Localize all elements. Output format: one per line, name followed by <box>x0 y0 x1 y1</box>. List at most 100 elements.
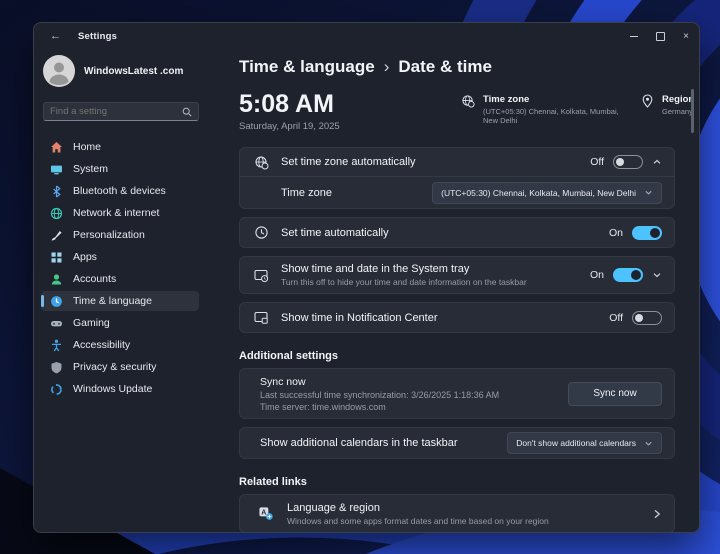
clock-icon <box>254 225 269 240</box>
titlebar: ← Settings × <box>34 23 699 49</box>
row-calendars: Show additional calendars in the taskbar… <box>240 428 674 458</box>
globe-icon <box>50 207 63 220</box>
timezone-value: (UTC+05:30) Chennai, Kolkata, Mumbai, Ne… <box>483 107 631 125</box>
chevron-down-icon <box>644 439 653 448</box>
card-system-tray: Show time and date in the System tray Tu… <box>239 256 675 294</box>
row-label: Set time zone automatically <box>281 156 416 168</box>
sidebar-item-accounts[interactable]: Accounts <box>41 269 199 289</box>
sync-last: Last successful time synchronization: 3/… <box>260 390 499 400</box>
maximize-icon <box>656 32 665 41</box>
sync-now-button[interactable]: Sync now <box>568 382 662 406</box>
row-label: Language & region <box>287 502 549 514</box>
system-icon <box>50 163 63 176</box>
bluetooth-icon <box>50 185 63 198</box>
sidebar-item-time-language[interactable]: Time & language <box>41 291 199 311</box>
region-label: Region <box>662 94 694 105</box>
toggle-knob <box>631 270 641 280</box>
toggle-knob <box>635 314 643 322</box>
row-timezone-select: Time zone (UTC+05:30) Chennai, Kolkata, … <box>240 176 674 208</box>
taskbar-badge-icon <box>254 310 269 325</box>
calendars-dropdown[interactable]: Don't show additional calendars <box>507 432 662 454</box>
row-label: Show time in Notification Center <box>281 312 438 324</box>
clock-icon <box>50 295 63 308</box>
sidebar-item-label: Windows Update <box>73 383 152 395</box>
taskbar-clock-icon <box>254 268 269 283</box>
settings-window: ← Settings × WindowsLatest .com <box>33 22 700 533</box>
row-description: Windows and some apps format dates and t… <box>287 516 549 526</box>
toggle-knob <box>650 228 660 238</box>
sidebar-item-label: System <box>73 163 108 175</box>
sidebar-item-label: Personalization <box>73 229 145 241</box>
row-label: Set time automatically <box>281 227 389 239</box>
region-summary: Region Germany <box>641 94 694 116</box>
sidebar-item-windows-update[interactable]: Windows Update <box>41 379 199 399</box>
sidebar-item-personalization[interactable]: Personalization <box>41 225 199 245</box>
search-box[interactable] <box>43 102 199 121</box>
person-icon <box>50 273 63 286</box>
card-notification-center: Show time in Notification Center Off <box>239 302 675 333</box>
card-language-region[interactable]: A Language & region Windows and some app… <box>239 494 675 533</box>
card-calendars: Show additional calendars in the taskbar… <box>239 427 675 459</box>
sidebar-item-gaming[interactable]: Gaming <box>41 313 199 333</box>
row-label: Time zone <box>281 187 332 199</box>
sidebar-item-home[interactable]: Home <box>41 137 199 157</box>
search-icon <box>182 107 192 117</box>
maximize-button[interactable] <box>647 23 673 49</box>
window-controls: × <box>621 23 699 49</box>
back-button[interactable]: ← <box>50 30 68 42</box>
accessibility-icon <box>50 339 63 352</box>
row-language-region: A Language & region Windows and some app… <box>240 495 674 532</box>
chevron-down-icon[interactable] <box>652 270 662 280</box>
home-icon <box>50 141 63 154</box>
breadcrumb-separator: › <box>384 57 390 77</box>
minimize-icon <box>630 36 638 37</box>
set-timezone-auto-toggle[interactable] <box>613 155 643 169</box>
timezone-dropdown[interactable]: (UTC+05:30) Chennai, Kolkata, Mumbai, Ne… <box>432 182 662 204</box>
svg-text:A: A <box>261 509 266 516</box>
sidebar-item-label: Network & internet <box>73 207 159 219</box>
toggle-state-label: Off <box>590 156 604 168</box>
timezone-dropdown-value: (UTC+05:30) Chennai, Kolkata, Mumbai, Ne… <box>441 188 636 198</box>
sidebar-item-label: Bluetooth & devices <box>73 185 166 197</box>
set-time-auto-toggle[interactable] <box>632 226 662 240</box>
row-label: Show time and date in the System tray <box>281 263 527 275</box>
account-name: WindowsLatest .com <box>84 66 183 77</box>
sidebar-item-network-internet[interactable]: Network & internet <box>41 203 199 223</box>
shield-icon <box>50 361 63 374</box>
sidebar-item-privacy-security[interactable]: Privacy & security <box>41 357 199 377</box>
sidebar-item-apps[interactable]: Apps <box>41 247 199 267</box>
sidebar-item-label: Gaming <box>73 317 110 329</box>
row-set-time-auto: Set time automatically On <box>240 218 674 247</box>
sidebar-item-label: Accounts <box>73 273 116 285</box>
sidebar-item-label: Apps <box>73 251 97 263</box>
page-title: Date & time <box>398 57 492 77</box>
settings-list: Set time zone automatically Off Time zon… <box>239 147 675 533</box>
section-heading-additional-settings: Additional settings <box>239 350 675 362</box>
sidebar-item-label: Time & language <box>73 295 152 307</box>
close-button[interactable]: × <box>673 23 699 49</box>
chevron-up-icon[interactable] <box>652 157 662 167</box>
row-set-timezone-auto: Set time zone automatically Off <box>240 148 674 176</box>
timezone-label: Time zone <box>483 94 631 105</box>
sync-title: Sync now <box>260 376 499 388</box>
sidebar-nav: Home System Bluetooth & devices Network … <box>41 137 206 399</box>
card-sync: Sync now Last successful time synchroniz… <box>239 368 675 419</box>
system-tray-toggle[interactable] <box>613 268 643 282</box>
row-system-tray: Show time and date in the System tray Tu… <box>240 257 674 293</box>
language-icon: A <box>258 506 274 521</box>
breadcrumb-parent[interactable]: Time & language <box>239 57 375 77</box>
timezone-summary: Time zone (UTC+05:30) Chennai, Kolkata, … <box>461 94 631 125</box>
location-pin-icon <box>641 94 654 108</box>
account-section[interactable]: WindowsLatest .com <box>41 54 206 88</box>
breadcrumb: Time & language › Date & time <box>239 57 675 77</box>
scrollbar-thumb[interactable] <box>691 89 694 133</box>
sidebar-item-bluetooth-devices[interactable]: Bluetooth & devices <box>41 181 199 201</box>
update-icon <box>50 383 63 396</box>
sidebar-item-accessibility[interactable]: Accessibility <box>41 335 199 355</box>
minimize-button[interactable] <box>621 23 647 49</box>
search-input[interactable] <box>50 106 182 117</box>
sidebar-item-system[interactable]: System <box>41 159 199 179</box>
notification-center-toggle[interactable] <box>632 311 662 325</box>
row-label: Show additional calendars in the taskbar <box>260 437 458 449</box>
calendars-dropdown-value: Don't show additional calendars <box>516 438 636 448</box>
